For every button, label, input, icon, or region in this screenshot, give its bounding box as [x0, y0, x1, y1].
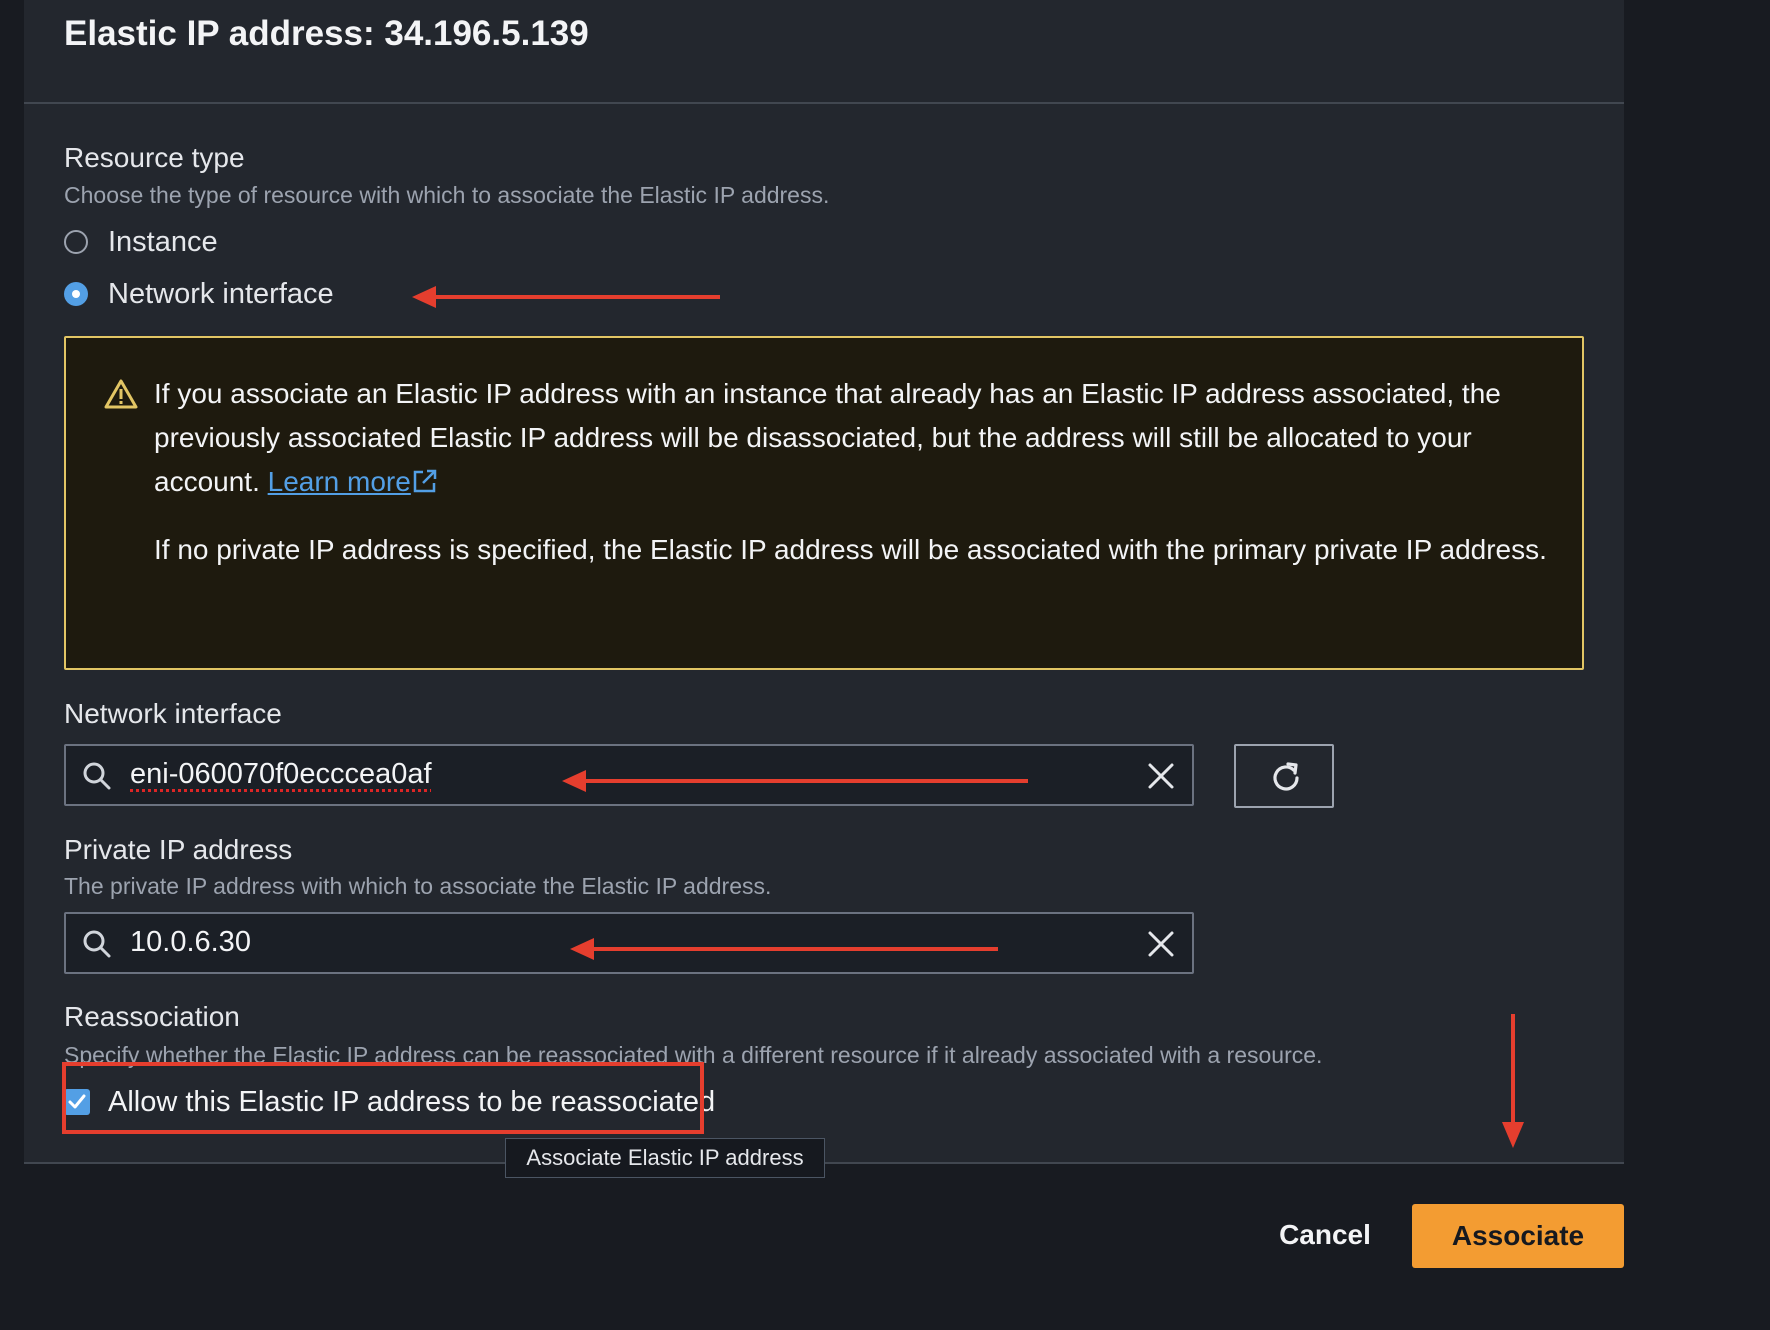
reassociation-label: Reassociation [64, 1001, 240, 1032]
search-icon [83, 930, 111, 958]
network-interface-input[interactable]: eni-060070f0ecccea0af [64, 744, 1194, 806]
radio-network-interface-label: Network interface [108, 277, 334, 310]
warning-icon [104, 379, 138, 409]
associate-button[interactable]: Associate [1412, 1204, 1624, 1268]
cancel-button[interactable]: Cancel [1262, 1204, 1388, 1266]
radio-instance-label: Instance [108, 225, 218, 258]
radio-instance[interactable]: Instance [64, 225, 218, 259]
resource-type-label: Resource type [64, 142, 245, 173]
learn-more-link[interactable]: Learn more [268, 466, 439, 497]
close-icon[interactable] [1146, 929, 1176, 959]
alert-message-secondary: If no private IP address is specified, t… [154, 534, 1547, 565]
associate-dialog-panel: Elastic IP address: 34.196.5.139 Resourc… [24, 0, 1624, 1164]
annotation-highlight-box [62, 1062, 704, 1134]
search-icon [83, 762, 111, 790]
dialog-header: Elastic IP address: 34.196.5.139 [24, 0, 1624, 104]
refresh-icon [1273, 762, 1299, 791]
external-link-icon [413, 469, 437, 493]
resource-type-description: Choose the type of resource with which t… [64, 182, 830, 208]
alert-message: If you associate an Elastic IP address w… [154, 372, 1554, 504]
network-interface-label: Network interface [64, 698, 282, 729]
radio-network-interface-button[interactable] [64, 282, 88, 306]
refresh-button[interactable] [1234, 744, 1334, 808]
network-interface-value[interactable]: eni-060070f0ecccea0af [130, 758, 432, 791]
radio-instance-button[interactable] [64, 230, 88, 254]
close-icon[interactable] [1146, 761, 1176, 791]
private-ip-label: Private IP address [64, 834, 293, 865]
private-ip-value[interactable]: 10.0.6.30 [130, 926, 251, 959]
private-ip-input[interactable]: 10.0.6.30 [64, 912, 1194, 974]
warning-alert: If you associate an Elastic IP address w… [64, 336, 1584, 670]
private-ip-description: The private IP address with which to ass… [64, 873, 772, 899]
dialog-title: Elastic IP address: 34.196.5.139 [64, 14, 589, 53]
learn-more-link-label: Learn more [267, 466, 411, 497]
tooltip: Associate Elastic IP address [505, 1138, 825, 1178]
radio-network-interface[interactable]: Network interface [64, 277, 334, 311]
